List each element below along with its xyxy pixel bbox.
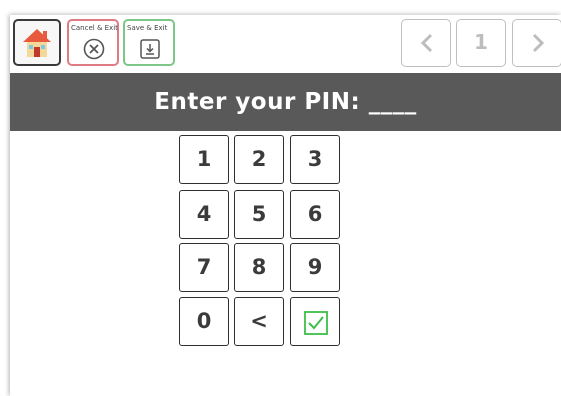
chevron-right-icon bbox=[532, 33, 545, 53]
download-icon bbox=[140, 39, 160, 59]
home-button[interactable] bbox=[13, 19, 61, 66]
app-page: Cancel & Exit Save & Exit 1 Enter your P… bbox=[10, 15, 561, 396]
previous-page-button[interactable] bbox=[401, 19, 451, 67]
chevron-left-icon bbox=[420, 33, 433, 53]
key-3[interactable]: 3 bbox=[290, 135, 340, 184]
key-8[interactable]: 8 bbox=[234, 243, 284, 292]
key-backspace[interactable]: < bbox=[234, 297, 284, 346]
key-6[interactable]: 6 bbox=[290, 190, 340, 239]
key-9[interactable]: 9 bbox=[290, 243, 340, 292]
next-page-button[interactable] bbox=[512, 19, 561, 67]
save-exit-button[interactable]: Save & Exit bbox=[123, 19, 175, 66]
circle-x-icon bbox=[83, 38, 105, 60]
checkbox-check-icon bbox=[304, 311, 328, 335]
page-number: 1 bbox=[456, 19, 506, 67]
key-4[interactable]: 4 bbox=[179, 190, 229, 239]
key-5[interactable]: 5 bbox=[234, 190, 284, 239]
cancel-exit-label: Cancel & Exit bbox=[71, 24, 118, 32]
key-7[interactable]: 7 bbox=[179, 243, 229, 292]
pin-prompt-title: Enter your PIN: ____ bbox=[10, 73, 561, 131]
key-1[interactable]: 1 bbox=[179, 135, 229, 184]
save-exit-label: Save & Exit bbox=[127, 24, 168, 32]
key-confirm[interactable] bbox=[290, 297, 340, 346]
key-0[interactable]: 0 bbox=[179, 297, 229, 346]
house-icon bbox=[23, 29, 51, 57]
key-2[interactable]: 2 bbox=[234, 135, 284, 184]
cancel-exit-button[interactable]: Cancel & Exit bbox=[67, 19, 119, 66]
